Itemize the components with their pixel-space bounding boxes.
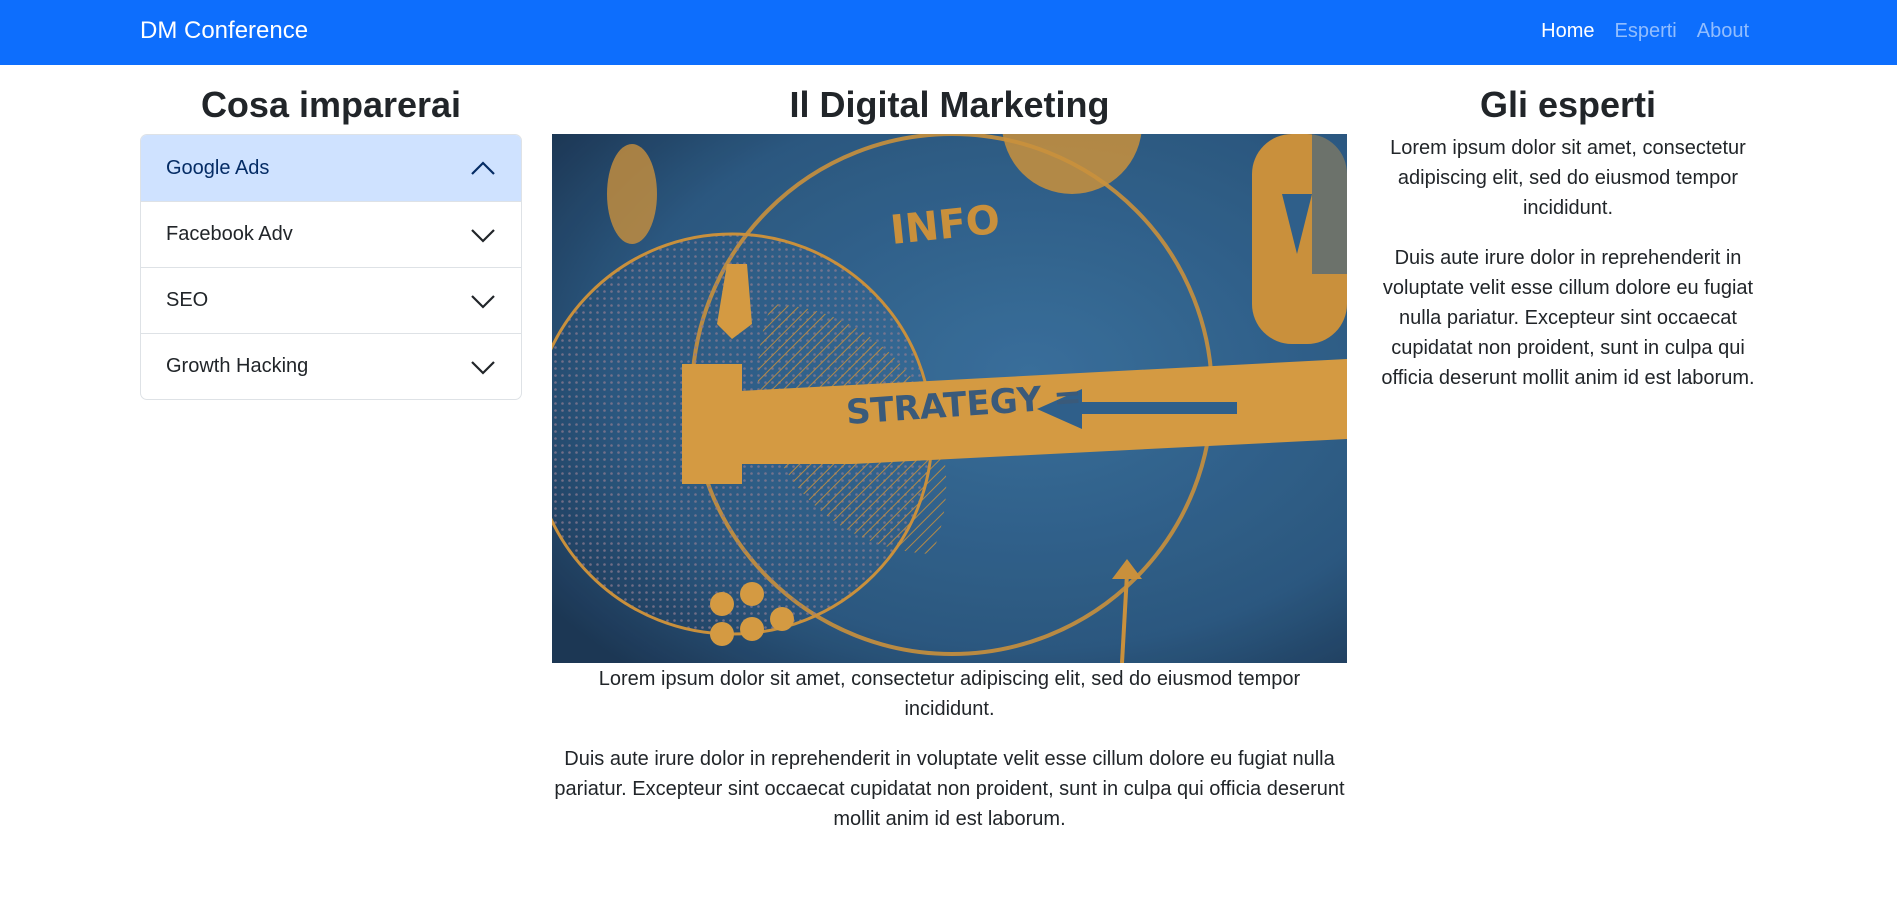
section-title-digital-marketing: Il Digital Marketing bbox=[789, 84, 1110, 125]
section-title-cosa-imparerai: Cosa imparerai bbox=[200, 84, 462, 125]
right-paragraph: Lorem ipsum dolor sit amet, consectetur … bbox=[1390, 137, 1746, 220]
nav-link-esperti[interactable]: Esperti bbox=[1614, 20, 1676, 43]
chevron-down-icon bbox=[471, 294, 495, 309]
nav-link-about[interactable]: About bbox=[1697, 20, 1749, 43]
accordion-item-label: Growth Hacking bbox=[166, 355, 309, 378]
accordion-item-growth-hacking[interactable]: Growth Hacking bbox=[141, 333, 521, 399]
left-column: Cosa imparerai Google Ads Facebook Adv S… bbox=[140, 65, 522, 401]
nav-links: Home Esperti About bbox=[1541, 20, 1749, 43]
accordion-item-google-ads[interactable]: Google Ads bbox=[141, 135, 521, 202]
section-title-gli-esperti: Gli esperti bbox=[1479, 84, 1657, 125]
accordion-item-label: Facebook Adv bbox=[166, 223, 293, 246]
chevron-down-icon bbox=[471, 228, 495, 243]
main-paragraph: Lorem ipsum dolor sit amet, consectetur … bbox=[598, 668, 1301, 721]
accordion-item-label: Google Ads bbox=[166, 156, 270, 179]
navbar-brand[interactable]: DM Conference bbox=[140, 17, 308, 45]
nav-link-home[interactable]: Home bbox=[1541, 20, 1594, 43]
main-column: Il Digital Marketing STRATEGY = INFO Lor… bbox=[552, 65, 1347, 854]
navbar: DM Conference Home Esperti About bbox=[0, 0, 1897, 65]
accordion-item-facebook-adv[interactable]: Facebook Adv bbox=[141, 201, 521, 267]
hero-image: STRATEGY = INFO bbox=[552, 134, 1347, 664]
chevron-up-icon bbox=[471, 161, 495, 175]
main-paragraph: Duis aute irure dolor in reprehenderit i… bbox=[554, 748, 1345, 831]
right-column: Gli esperti Lorem ipsum dolor sit amet, … bbox=[1377, 65, 1759, 413]
chevron-down-icon bbox=[471, 360, 495, 375]
topics-accordion: Google Ads Facebook Adv SEO Growth Hacki… bbox=[140, 134, 522, 401]
accordion-item-label: SEO bbox=[166, 289, 209, 312]
right-paragraph: Duis aute irure dolor in reprehenderit i… bbox=[1381, 247, 1755, 390]
accordion-item-seo[interactable]: SEO bbox=[141, 267, 521, 333]
